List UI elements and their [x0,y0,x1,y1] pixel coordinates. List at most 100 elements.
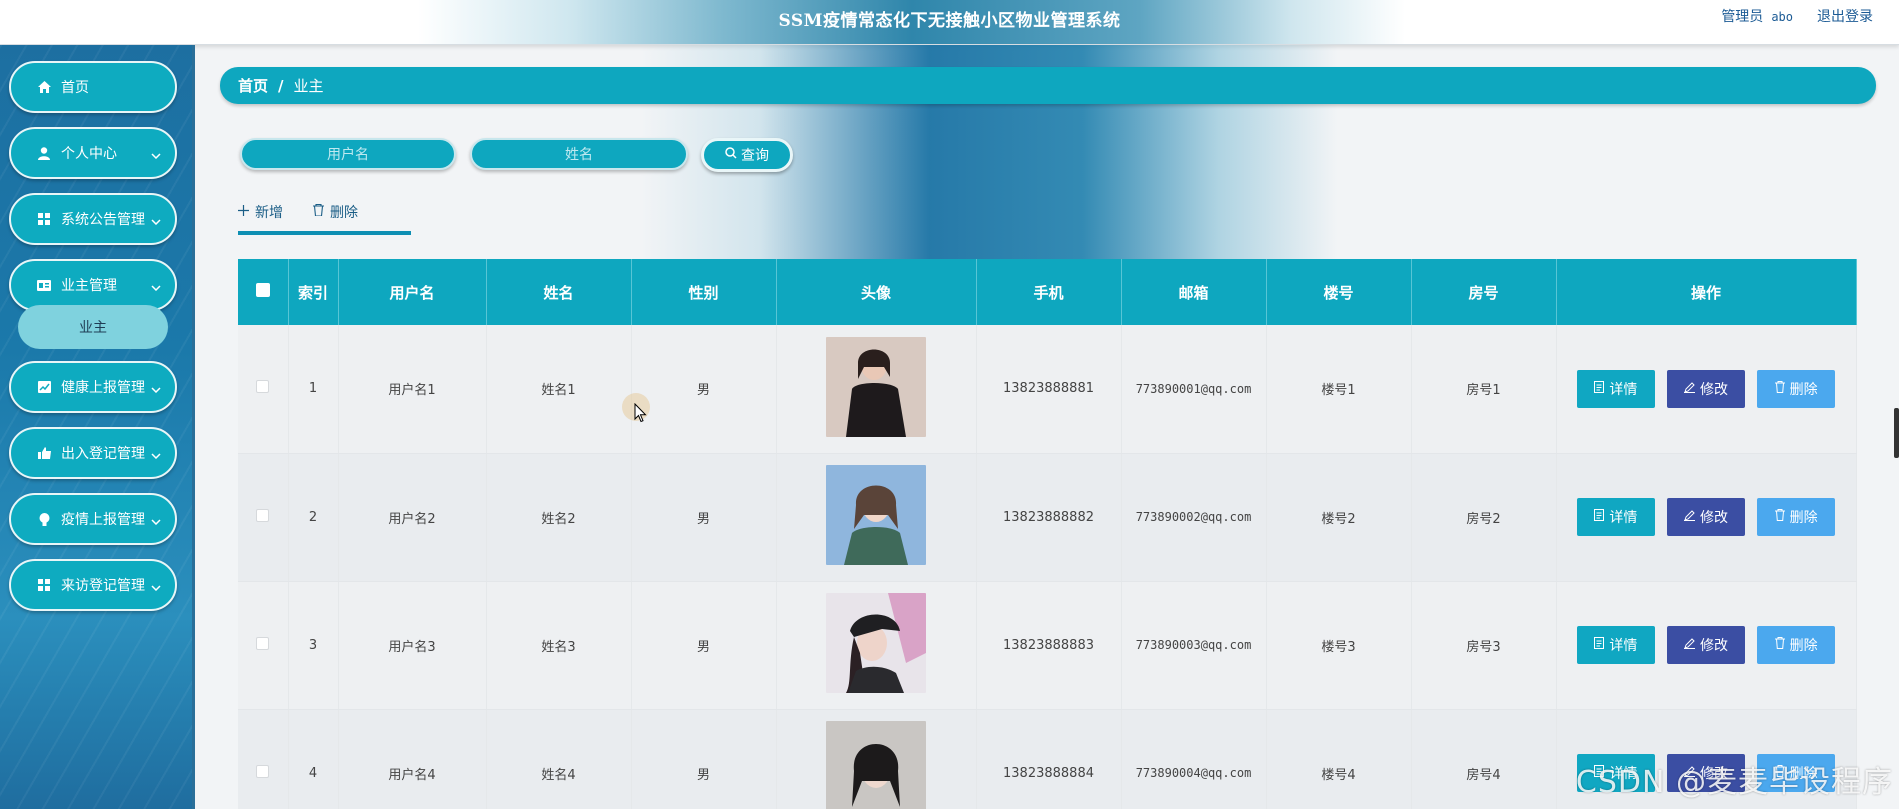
add-button-label: 新增 [255,205,283,221]
detail-label: 详情 [1609,510,1638,526]
cell-building: 楼号3 [1266,581,1412,710]
cell-gender: 男 [631,325,777,454]
edit-label: 修改 [1700,510,1728,526]
watermark: CSDN @麦麦毕设程序 [1575,765,1893,800]
sidebar-item-label: 出入登记管理 [61,446,145,462]
table-actions: 新增 删除 [238,202,358,222]
sidebar-item-epidemic-report[interactable]: 疫情上报管理 [9,493,177,545]
cell-name: 姓名3 [486,581,632,710]
detail-button[interactable]: 详情 [1576,498,1655,536]
cell-building: 楼号4 [1266,709,1412,809]
chevron-down-icon [151,147,161,163]
cell-actions: 详情 修改 删除 [1556,581,1857,710]
cell-phone: 13823888881 [976,325,1122,454]
trash-icon [1774,509,1785,525]
delete-button[interactable]: 删除 [1757,626,1836,664]
bulk-delete-label: 删除 [330,205,358,221]
edit-button[interactable]: 修改 [1667,626,1745,664]
row-checkbox[interactable] [256,764,270,778]
cell-index: 3 [288,581,339,710]
cell-email: 773890001@qq.com [1121,325,1267,454]
edit-label: 修改 [1700,381,1728,398]
detail-button[interactable]: 详情 [1576,369,1655,408]
sidebar-item-label: 疫情上报管理 [61,512,145,528]
column-header-actions: 操作 [1556,259,1857,325]
cell-email: 773890003@qq.com [1121,581,1267,710]
pencil-icon [1684,381,1695,397]
cell-username: 用户名4 [338,709,487,809]
grid-icon [37,212,51,226]
row-checkbox[interactable] [256,636,270,650]
admin-role-label: 管理员 [1721,9,1764,25]
cell-index: 1 [288,325,339,454]
cell-building: 楼号2 [1266,453,1412,582]
sidebar-item-personal-center[interactable]: 个人中心 [9,127,177,179]
document-icon [1594,637,1605,653]
thumb-icon [37,446,51,460]
cell-actions: 详情 修改 删除 [1556,325,1857,454]
column-header-phone: 手机 [976,259,1122,325]
cell-room: 房号2 [1411,453,1557,582]
detail-button[interactable]: 详情 [1576,626,1655,664]
sidebar-item-announcements[interactable]: 系统公告管理 [9,193,177,245]
avatar [826,593,926,693]
edit-button[interactable]: 修改 [1667,369,1745,408]
app-title: SSM疫情常态化下无接触小区物业管理系统 [778,11,1121,31]
chevron-down-icon [151,447,161,463]
edit-label: 修改 [1700,638,1728,654]
cell-name: 姓名2 [486,453,632,582]
select-all-checkbox[interactable] [255,283,270,297]
column-header-name: 姓名 [486,259,632,325]
detail-label: 详情 [1609,638,1638,654]
home-icon [37,80,51,94]
cell-index: 4 [288,709,339,809]
name-search-input[interactable] [470,138,688,170]
delete-button[interactable]: 删除 [1757,498,1836,536]
sidebar-item-label: 个人中心 [61,146,117,162]
sidebar-subitem-owner[interactable]: 业主 [18,305,168,349]
cell-room: 房号1 [1411,325,1557,454]
delete-label: 删除 [1789,638,1818,654]
sidebar-item-entry-exit[interactable]: 出入登记管理 [9,427,177,479]
sidebar-item-label: 首页 [61,80,89,96]
owner-table: 索引 用户名 姓名 性别 头像 手机 邮箱 楼号 房号 操作 1 用户名1 姓名… [238,259,1857,809]
breadcrumb-home[interactable]: 首页 [238,75,268,96]
sidebar-item-home[interactable]: 首页 [9,61,177,113]
row-checkbox[interactable] [256,508,270,522]
cell-gender: 男 [631,709,777,809]
select-all-header[interactable] [238,259,289,325]
chart-icon [37,380,51,394]
query-button[interactable]: 查询 [701,138,793,172]
column-header-index: 索引 [288,259,339,325]
sidebar-item-label: 健康上报管理 [61,380,145,396]
add-button[interactable]: 新增 [238,202,283,222]
cell-email: 773890004@qq.com [1121,709,1267,809]
cell-actions: 详情 修改 删除 [1556,453,1857,582]
sidebar-item-owner-management[interactable]: 业主管理 [9,259,177,311]
cell-building: 楼号1 [1266,325,1412,454]
chevron-down-icon [151,513,161,529]
grid-icon [37,578,51,592]
username-search-input[interactable] [240,138,456,170]
sidebar-item-label: 业主管理 [61,278,117,294]
row-checkbox[interactable] [256,380,270,394]
sidebar-item-visitor-registration[interactable]: 来访登记管理 [9,559,177,611]
logout-link[interactable]: 退出登录 [1817,6,1873,26]
table-row: 2 用户名2 姓名2 男 13823888882 773890002@qq.co… [238,453,1857,582]
scrollbar-thumb[interactable] [1894,408,1899,458]
document-icon [1594,509,1605,525]
sidebar-item-health-report[interactable]: 健康上报管理 [9,361,177,413]
edit-button[interactable]: 修改 [1667,498,1745,536]
mouse-cursor-icon [634,402,647,427]
avatar [826,721,926,809]
cell-index: 2 [288,453,339,582]
delete-button[interactable]: 删除 [1757,369,1836,408]
column-header-room: 房号 [1411,259,1557,325]
breadcrumb-separator: / [278,76,284,95]
document-icon [1594,380,1605,397]
cell-phone: 13823888882 [976,453,1122,582]
bulk-delete-button[interactable]: 删除 [313,202,358,222]
tab-underline [238,231,411,235]
cell-room: 房号3 [1411,581,1557,710]
breadcrumb: 首页 / 业主 [220,67,1876,104]
